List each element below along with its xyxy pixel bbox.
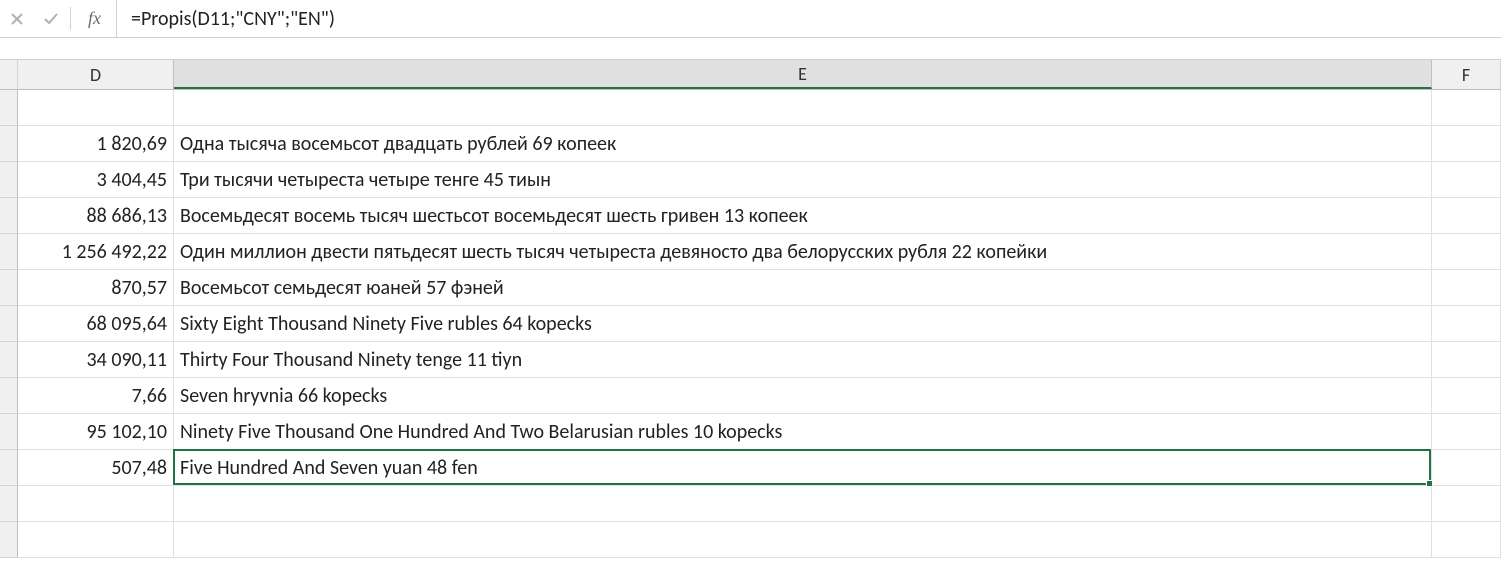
formula-bar: fx bbox=[0, 0, 1501, 38]
cell-F[interactable] bbox=[1432, 342, 1501, 378]
cell-E[interactable] bbox=[174, 522, 1432, 558]
row-header[interactable] bbox=[0, 162, 18, 198]
formula-input[interactable] bbox=[121, 0, 1501, 37]
cell-F[interactable] bbox=[1432, 450, 1501, 486]
table-row: 3 404,45Три тысячи четыреста четыре тенг… bbox=[0, 162, 1501, 198]
cell-E[interactable]: Три тысячи четыреста четыре тенге 45 тиы… bbox=[174, 162, 1432, 198]
cell-E[interactable]: Один миллион двести пятьдесят шесть тыся… bbox=[174, 234, 1432, 270]
row-header[interactable] bbox=[0, 450, 18, 486]
table-row: 7,66Seven hryvnia 66 kopecks bbox=[0, 378, 1501, 414]
cell-F[interactable] bbox=[1432, 378, 1501, 414]
table-row bbox=[0, 486, 1501, 522]
enter-button[interactable] bbox=[34, 0, 68, 37]
cell-D[interactable]: 1 256 492,22 bbox=[18, 234, 174, 270]
row-header[interactable] bbox=[0, 90, 18, 126]
cell-F[interactable] bbox=[1432, 522, 1501, 558]
table-row: 34 090,11Thirty Four Thousand Ninety ten… bbox=[0, 342, 1501, 378]
col-header-F[interactable]: F bbox=[1432, 60, 1501, 89]
cell-E[interactable]: Thirty Four Thousand Ninety tenge 11 tiy… bbox=[174, 342, 1432, 378]
table-row: 95 102,10Ninety Five Thousand One Hundre… bbox=[0, 414, 1501, 450]
cell-D[interactable]: 88 686,13 bbox=[18, 198, 174, 234]
table-row: 507,48Five Hundred And Seven yuan 48 fen bbox=[0, 450, 1501, 486]
row-header[interactable] bbox=[0, 306, 18, 342]
row-header[interactable] bbox=[0, 378, 18, 414]
cell-E[interactable] bbox=[174, 486, 1432, 522]
table-row: 1 256 492,22Один миллион двести пятьдеся… bbox=[0, 234, 1501, 270]
cell-F[interactable] bbox=[1432, 198, 1501, 234]
cell-F[interactable] bbox=[1432, 234, 1501, 270]
cell-D[interactable]: 68 095,64 bbox=[18, 306, 174, 342]
row-header[interactable] bbox=[0, 126, 18, 162]
check-icon bbox=[43, 11, 59, 27]
fx-label: fx bbox=[88, 8, 101, 29]
cell-F[interactable] bbox=[1432, 306, 1501, 342]
cell-F[interactable] bbox=[1432, 162, 1501, 198]
table-row: 68 095,64Sixty Eight Thousand Ninety Fiv… bbox=[0, 306, 1501, 342]
header-gap bbox=[0, 38, 1501, 60]
cell-D[interactable]: 1 820,69 bbox=[18, 126, 174, 162]
table-row bbox=[0, 522, 1501, 558]
formula-bar-separator bbox=[70, 7, 71, 29]
cell-D[interactable]: 34 090,11 bbox=[18, 342, 174, 378]
cell-E[interactable]: Sixty Eight Thousand Ninety Five rubles … bbox=[174, 306, 1432, 342]
cell-F[interactable] bbox=[1432, 486, 1501, 522]
cell-F[interactable] bbox=[1432, 90, 1501, 126]
col-header-E-label: E bbox=[798, 63, 807, 85]
col-header-D[interactable]: D bbox=[18, 60, 174, 89]
cell-D[interactable] bbox=[18, 522, 174, 558]
row-header[interactable] bbox=[0, 234, 18, 270]
cell-D[interactable]: 870,57 bbox=[18, 270, 174, 306]
cell-D[interactable]: 95 102,10 bbox=[18, 414, 174, 450]
row-header[interactable] bbox=[0, 414, 18, 450]
table-row: 88 686,13Восемьдесят восемь тысяч шестьс… bbox=[0, 198, 1501, 234]
cell-E[interactable]: Восемьдесят восемь тысяч шестьсот восемь… bbox=[174, 198, 1432, 234]
row-header[interactable] bbox=[0, 522, 18, 558]
row-header[interactable] bbox=[0, 270, 18, 306]
cell-D[interactable] bbox=[18, 486, 174, 522]
cell-E[interactable] bbox=[174, 90, 1432, 126]
col-header-F-label: F bbox=[1462, 64, 1470, 86]
cancel-button[interactable] bbox=[0, 0, 34, 37]
column-headers: D E F bbox=[0, 60, 1501, 90]
row-header[interactable] bbox=[0, 486, 18, 522]
col-header-E[interactable]: E bbox=[174, 60, 1432, 89]
table-row: 870,57Восемьсот семьдесят юаней 57 фэней bbox=[0, 270, 1501, 306]
row-header[interactable] bbox=[0, 198, 18, 234]
cell-D[interactable]: 507,48 bbox=[18, 450, 174, 486]
cell-E[interactable]: Seven hryvnia 66 kopecks bbox=[174, 378, 1432, 414]
select-all-corner[interactable] bbox=[0, 60, 18, 89]
grid-body: 1 820,69Одна тысяча восемьсот двадцать р… bbox=[0, 90, 1501, 558]
col-header-D-label: D bbox=[90, 64, 101, 86]
cell-E[interactable]: Ninety Five Thousand One Hundred And Two… bbox=[174, 414, 1432, 450]
cell-F[interactable] bbox=[1432, 270, 1501, 306]
fx-button[interactable]: fx bbox=[73, 0, 117, 37]
table-row: 1 820,69Одна тысяча восемьсот двадцать р… bbox=[0, 126, 1501, 162]
cell-E[interactable]: Одна тысяча восемьсот двадцать рублей 69… bbox=[174, 126, 1432, 162]
cell-D[interactable]: 7,66 bbox=[18, 378, 174, 414]
cell-D[interactable]: 3 404,45 bbox=[18, 162, 174, 198]
cell-F[interactable] bbox=[1432, 126, 1501, 162]
cell-F[interactable] bbox=[1432, 414, 1501, 450]
cell-E[interactable]: Восемьсот семьдесят юаней 57 фэней bbox=[174, 270, 1432, 306]
x-icon bbox=[9, 11, 25, 27]
cell-E[interactable]: Five Hundred And Seven yuan 48 fen bbox=[174, 450, 1432, 486]
row-header[interactable] bbox=[0, 342, 18, 378]
cell-D[interactable] bbox=[18, 90, 174, 126]
spreadsheet-grid: D E F 1 820,69Одна тысяча восемьсот двад… bbox=[0, 60, 1501, 558]
table-row bbox=[0, 90, 1501, 126]
